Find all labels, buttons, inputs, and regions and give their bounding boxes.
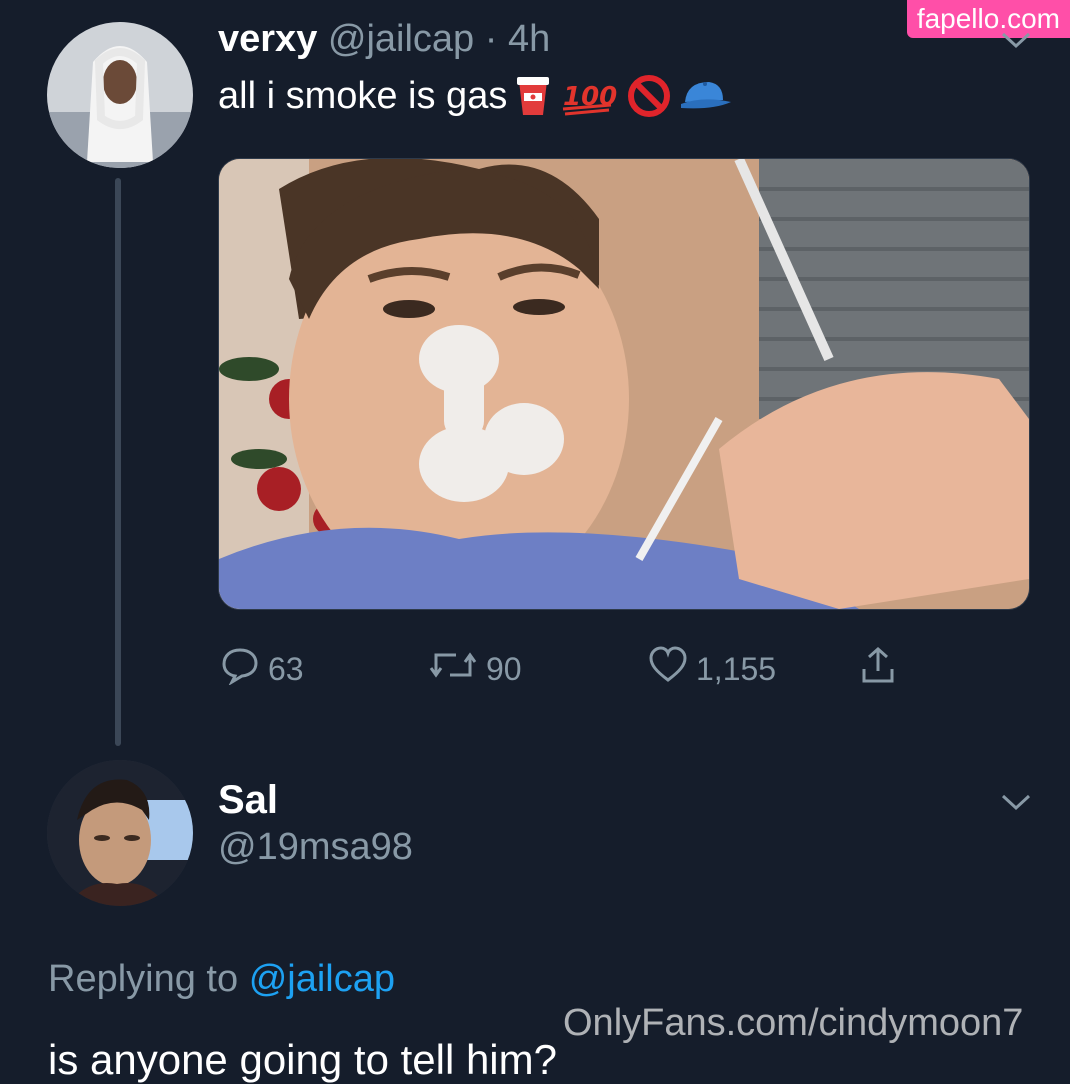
like-action[interactable]: 1,155 [648, 645, 776, 693]
comment-icon [220, 645, 260, 693]
replying-to-handle-link[interactable]: @jailcap [249, 958, 395, 1000]
heart-icon [648, 645, 688, 693]
tweet-author-name[interactable]: verxy [218, 18, 317, 60]
reply-action[interactable]: 63 [220, 645, 304, 693]
hundred-points-icon: 100 [559, 75, 619, 117]
reply-author-handle[interactable]: @19msa98 [218, 826, 413, 869]
like-count: 1,155 [696, 650, 777, 687]
replying-to-label: Replying to [48, 958, 239, 1000]
reply-count: 63 [268, 650, 304, 687]
tweet-time[interactable]: 4h [508, 18, 550, 60]
replying-to: Replying to @jailcap [48, 958, 395, 1001]
tweet-text-row: all i smoke is gas 100 [218, 74, 733, 118]
reply-menu-chevron-icon[interactable] [1000, 792, 1032, 817]
reply-author-name[interactable]: Sal [218, 778, 278, 823]
share-icon [858, 645, 898, 693]
avatar-sal[interactable] [47, 760, 193, 906]
no-entry-icon [627, 74, 671, 118]
retweet-count: 90 [486, 650, 522, 687]
tweet-media-image[interactable] [218, 158, 1030, 610]
watermark-onlyfans: OnlyFans.com/cindymoon7 [563, 1002, 1024, 1044]
cup-icon [515, 75, 551, 117]
tweet-text: all i smoke is gas [218, 74, 508, 117]
tweet-separator: · [484, 18, 498, 60]
avatar-verxy[interactable] [47, 22, 193, 168]
thread-line [115, 178, 121, 746]
retweet-action[interactable]: 90 [428, 645, 522, 693]
blue-cap-icon [679, 78, 733, 114]
tweet-author-handle[interactable]: @jailcap [328, 18, 474, 60]
share-action[interactable] [858, 645, 898, 693]
tweet-header: verxy @jailcap · 4h [218, 18, 550, 61]
retweet-icon [428, 645, 478, 693]
reply-text: is anyone going to tell him? [48, 1036, 557, 1083]
tweet-menu-chevron-icon[interactable] [1000, 30, 1032, 55]
watermark-fapello: fapello.com [906, 0, 1070, 38]
